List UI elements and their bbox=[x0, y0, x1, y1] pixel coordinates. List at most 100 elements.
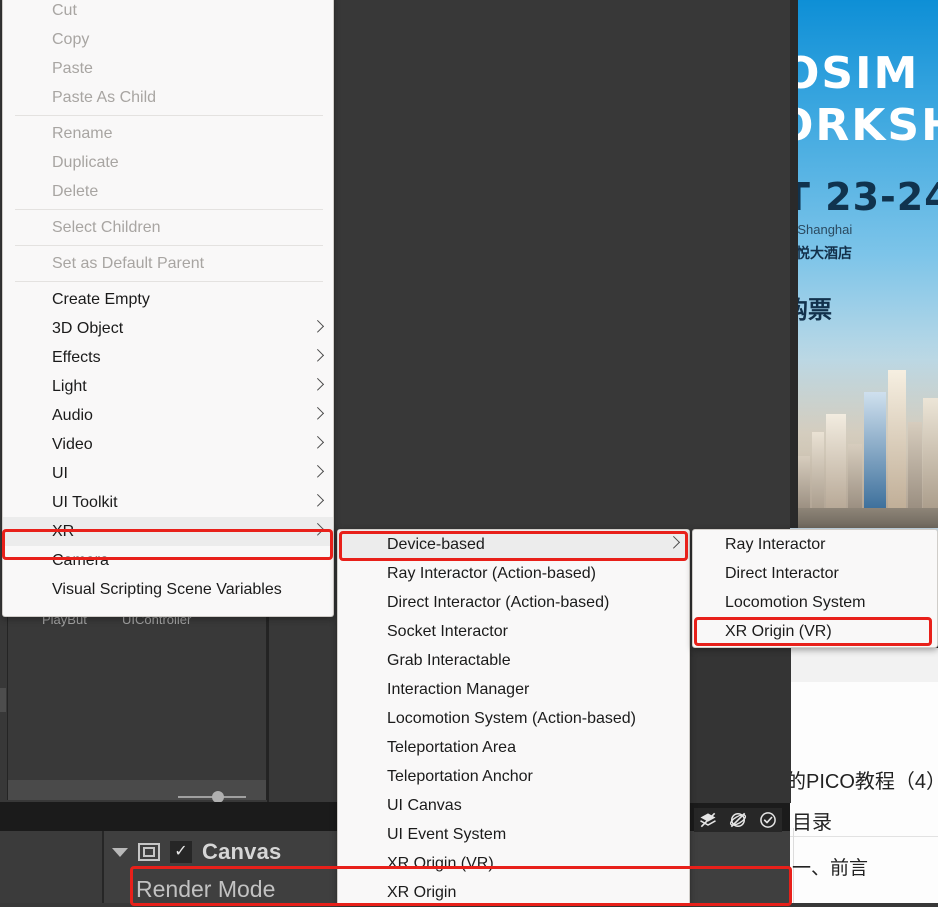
chevron-right-icon bbox=[311, 464, 325, 478]
menu-separator bbox=[15, 245, 323, 246]
menu-item-label: Create Empty bbox=[52, 290, 150, 308]
menu-item-label: Locomotion System bbox=[725, 593, 866, 611]
component-enabled-checkbox[interactable]: ✓ bbox=[170, 841, 192, 863]
poster-date: T 23-24 bbox=[790, 175, 938, 219]
menu-item-label: XR bbox=[52, 522, 75, 540]
menu-item-create-empty[interactable]: Create Empty bbox=[3, 285, 333, 314]
xr-item-ui-event-system[interactable]: UI Event System bbox=[338, 820, 689, 849]
menu-item-label: Camera bbox=[52, 551, 109, 569]
menu-separator bbox=[15, 209, 323, 210]
poster-image: OSIM ORKSH T 23-24 ct, Shanghai 凯悦大酒店 购票 bbox=[790, 0, 938, 528]
chevron-down-icon[interactable] bbox=[112, 847, 128, 857]
xr-item-grab-interactable[interactable]: Grab Interactable bbox=[338, 646, 689, 675]
menu-item-audio[interactable]: Audio bbox=[3, 401, 333, 430]
layers-off-icon[interactable] bbox=[698, 810, 718, 830]
menu-item-label: Grab Interactable bbox=[387, 651, 511, 669]
browser-article-heading: 的PICO教程（4）— bbox=[790, 771, 938, 793]
skyline-building bbox=[888, 370, 906, 510]
unity-window-edge bbox=[690, 648, 791, 803]
poster-title-line1: OSIM bbox=[790, 48, 920, 99]
menu-item-label: Teleportation Anchor bbox=[387, 767, 533, 785]
chevron-right-icon bbox=[311, 522, 325, 536]
menu-item-light[interactable]: Light bbox=[3, 372, 333, 401]
skyline-building bbox=[923, 398, 938, 510]
device-based-submenu[interactable]: Ray Interactor Direct Interactor Locomotio… bbox=[692, 529, 938, 648]
menu-item-label: UI Canvas bbox=[387, 796, 462, 814]
menu-item-copy: Copy bbox=[3, 25, 333, 54]
menu-item-label: Audio bbox=[52, 406, 93, 424]
project-scrollbar[interactable] bbox=[0, 688, 6, 712]
xr-item-teleportation-area[interactable]: Teleportation Area bbox=[338, 733, 689, 762]
canvas-icon bbox=[138, 843, 160, 861]
audio-off-icon[interactable] bbox=[728, 810, 748, 830]
menu-item-label: Ray Interactor bbox=[725, 535, 826, 553]
menu-item-label: Set as Default Parent bbox=[52, 254, 205, 272]
xr-item-interaction-manager[interactable]: Interaction Manager bbox=[338, 675, 689, 704]
browser-toolbar-band bbox=[790, 648, 938, 682]
menu-item-label: Locomotion System (Action-based) bbox=[387, 709, 636, 727]
canvas-component-header[interactable]: ✓ Canvas bbox=[112, 839, 281, 865]
device-item-xr-origin-vr[interactable]: XR Origin (VR) bbox=[693, 617, 937, 646]
menu-separator bbox=[15, 115, 323, 116]
chevron-right-icon bbox=[667, 535, 681, 549]
menu-item-3d-object[interactable]: 3D Object bbox=[3, 314, 333, 343]
poster-location-en: ct, Shanghai bbox=[790, 222, 853, 237]
menu-item-xr[interactable]: XR bbox=[3, 517, 333, 546]
menu-item-label: Delete bbox=[52, 182, 99, 200]
menu-item-label: Paste As Child bbox=[52, 88, 157, 106]
menu-separator bbox=[15, 281, 323, 282]
component-title: Canvas bbox=[202, 839, 282, 864]
xr-item-locomotion-system-action-based[interactable]: Locomotion System (Action-based) bbox=[338, 704, 689, 733]
menu-item-label: 3D Object bbox=[52, 319, 124, 337]
menu-item-visual-scripting-scene-variables[interactable]: Visual Scripting Scene Variables bbox=[3, 575, 333, 604]
scene-view-toolbar[interactable] bbox=[694, 808, 782, 832]
poster-left-shade bbox=[790, 0, 798, 528]
device-item-direct-interactor[interactable]: Direct Interactor bbox=[693, 559, 937, 588]
menu-item-ui[interactable]: UI bbox=[3, 459, 333, 488]
browser-toc-label: 目录 bbox=[792, 812, 832, 834]
menu-item-label: UI Toolkit bbox=[52, 493, 118, 511]
menu-item-duplicate: Duplicate bbox=[3, 148, 333, 177]
skyline-water bbox=[790, 508, 938, 528]
xr-item-teleportation-anchor[interactable]: Teleportation Anchor bbox=[338, 762, 689, 791]
menu-item-label: UI Event System bbox=[387, 825, 507, 843]
device-item-locomotion-system[interactable]: Locomotion System bbox=[693, 588, 937, 617]
skyline-building bbox=[812, 432, 824, 510]
menu-item-set-as-default-parent: Set as Default Parent bbox=[3, 249, 333, 278]
menu-item-label: Visual Scripting Scene Variables bbox=[52, 580, 282, 598]
menu-item-label: Cut bbox=[52, 1, 77, 19]
menu-item-label: Device-based bbox=[387, 535, 485, 553]
menu-item-label: Ray Interactor (Action-based) bbox=[387, 564, 596, 582]
menu-item-label: Interaction Manager bbox=[387, 680, 530, 698]
menu-item-ui-toolkit[interactable]: UI Toolkit bbox=[3, 488, 333, 517]
menu-item-label: Direct Interactor (Action-based) bbox=[387, 593, 610, 611]
menu-item-label: Effects bbox=[52, 348, 101, 366]
menu-item-rename: Rename bbox=[3, 119, 333, 148]
xr-item-ray-interactor-action-based[interactable]: Ray Interactor (Action-based) bbox=[338, 559, 689, 588]
menu-item-cut: Cut bbox=[3, 0, 333, 25]
xr-item-device-based[interactable]: Device-based bbox=[338, 530, 689, 559]
xr-item-socket-interactor[interactable]: Socket Interactor bbox=[338, 617, 689, 646]
inspector-left-column bbox=[0, 831, 102, 903]
xr-submenu[interactable]: Device-based Ray Interactor (Action-based… bbox=[337, 529, 690, 903]
xr-item-ui-canvas[interactable]: UI Canvas bbox=[338, 791, 689, 820]
menu-item-label: Duplicate bbox=[52, 153, 119, 171]
xr-item-xr-origin-vr[interactable]: XR Origin (VR) bbox=[338, 849, 689, 878]
browser-section-label[interactable]: 一、前言 bbox=[792, 853, 868, 880]
skyline-building bbox=[826, 414, 846, 510]
menu-item-video[interactable]: Video bbox=[3, 430, 333, 459]
menu-item-paste-as-child: Paste As Child bbox=[3, 83, 333, 112]
poster-location-cn: 凯悦大酒店 bbox=[790, 245, 852, 261]
menu-item-camera[interactable]: Camera bbox=[3, 546, 333, 575]
menu-item-label: XR Origin (VR) bbox=[387, 854, 494, 872]
menu-item-label: UI bbox=[52, 464, 68, 482]
xr-item-direct-interactor-action-based[interactable]: Direct Interactor (Action-based) bbox=[338, 588, 689, 617]
menu-item-label: Paste bbox=[52, 59, 93, 77]
device-item-ray-interactor[interactable]: Ray Interactor bbox=[693, 530, 937, 559]
hierarchy-context-menu[interactable]: Cut Copy Paste Paste As Child Rename Duplicat… bbox=[2, 0, 334, 617]
project-window-grid[interactable] bbox=[7, 615, 267, 800]
menu-item-delete: Delete bbox=[3, 177, 333, 206]
menu-item-effects[interactable]: Effects bbox=[3, 343, 333, 372]
check-circle-icon[interactable] bbox=[758, 810, 778, 830]
menu-item-label: Light bbox=[52, 377, 87, 395]
